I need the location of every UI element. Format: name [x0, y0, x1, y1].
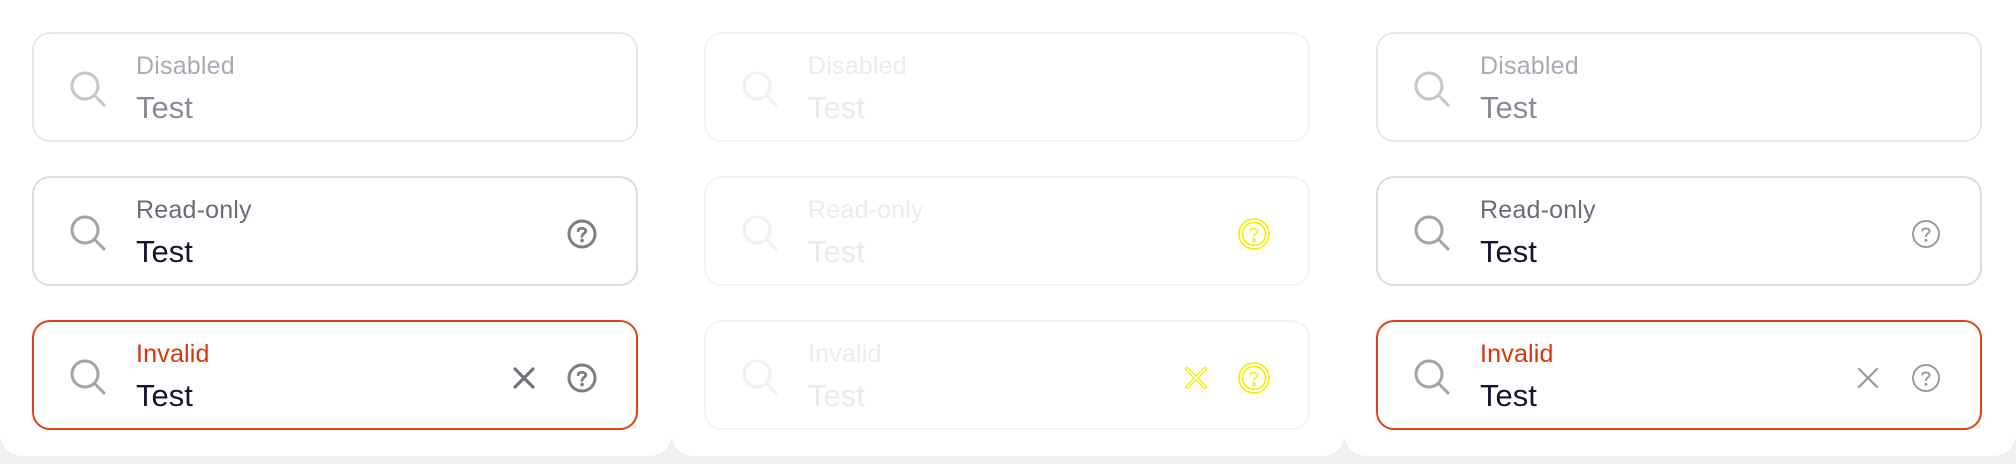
field-label: Read-only [136, 196, 252, 224]
field-value: Test [1480, 378, 1537, 413]
panel-light: Disabled Test Read-only Test Invalid Tes… [1344, 0, 2016, 456]
field-value: Test [136, 378, 193, 413]
field-label: Invalid [1480, 340, 1554, 368]
disabled-search-field: Disabled Test [32, 32, 638, 142]
close-icon[interactable] [510, 364, 538, 392]
search-icon [742, 71, 778, 107]
help-circle-icon[interactable] [1908, 216, 1944, 252]
field-label: Invalid [808, 340, 882, 368]
search-icon [1414, 359, 1450, 395]
search-icon [1414, 215, 1450, 251]
search-icon [742, 215, 778, 251]
field-value: Test [808, 234, 865, 269]
panel-faded: Disabled Test Read-only Test Invalid Tes… [672, 0, 1344, 456]
disabled-search-field: Disabled Test [1376, 32, 1982, 142]
help-circle-icon[interactable] [1236, 216, 1272, 252]
invalid-search-field[interactable]: Invalid Test [1376, 320, 1982, 430]
field-value: Test [808, 90, 865, 125]
readonly-search-field[interactable]: Read-only Test [32, 176, 638, 286]
field-label: Disabled [136, 52, 235, 80]
readonly-search-field[interactable]: Read-only Test [704, 176, 1310, 286]
field-label: Disabled [808, 52, 907, 80]
field-label: Read-only [1480, 196, 1596, 224]
field-value: Test [1480, 90, 1537, 125]
panel-default: Disabled Test Read-only Test Invalid Tes… [0, 0, 672, 456]
help-circle-icon[interactable] [1908, 360, 1944, 396]
field-label: Read-only [808, 196, 924, 224]
field-value: Test [808, 378, 865, 413]
stage: Disabled Test Read-only Test Invalid Tes… [0, 0, 2016, 464]
field-value: Test [1480, 234, 1537, 269]
search-icon [742, 359, 778, 395]
search-icon [1414, 71, 1450, 107]
help-circle-icon[interactable] [1236, 360, 1272, 396]
field-value: Test [136, 234, 193, 269]
invalid-search-field[interactable]: Invalid Test [704, 320, 1310, 430]
field-label: Invalid [136, 340, 210, 368]
close-icon[interactable] [1182, 364, 1210, 392]
help-circle-icon[interactable] [564, 216, 600, 252]
disabled-search-field: Disabled Test [704, 32, 1310, 142]
search-icon [70, 71, 106, 107]
search-icon [70, 215, 106, 251]
readonly-search-field[interactable]: Read-only Test [1376, 176, 1982, 286]
help-circle-icon[interactable] [564, 360, 600, 396]
close-icon[interactable] [1854, 364, 1882, 392]
invalid-search-field[interactable]: Invalid Test [32, 320, 638, 430]
search-icon [70, 359, 106, 395]
field-value: Test [136, 90, 193, 125]
field-label: Disabled [1480, 52, 1579, 80]
